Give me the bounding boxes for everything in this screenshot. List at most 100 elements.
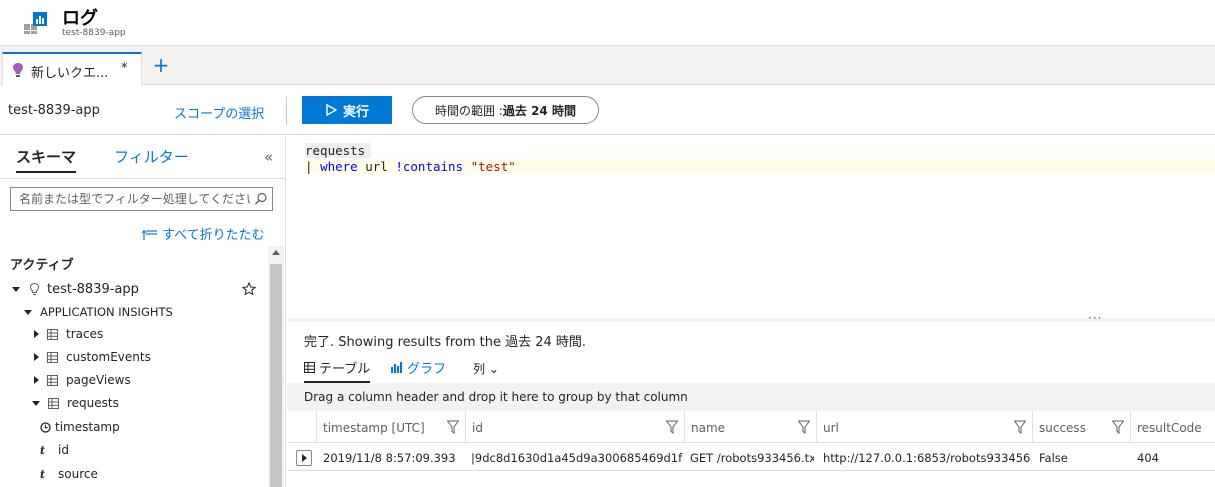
schema-scrollbar[interactable] xyxy=(268,246,284,487)
expand-row-button[interactable] xyxy=(296,450,312,466)
columns-dropdown[interactable]: 列 ⌄ xyxy=(473,360,499,377)
tree-resource[interactable]: test-8839-app xyxy=(12,278,139,300)
table-row[interactable]: 2019/11/8 8:57:09.393 |9dc8d1630d1a45d9a… xyxy=(287,443,1215,471)
results-status: 完了. Showing results from the 過去 24 時間. xyxy=(304,335,587,350)
tab-schema[interactable]: スキーマ xyxy=(16,146,77,173)
column-header-url[interactable]: url xyxy=(817,411,1033,443)
caret-right-icon[interactable] xyxy=(34,330,39,338)
query-tab-strip: 新しいクエ... * + xyxy=(0,45,1215,86)
expand-column-header xyxy=(287,411,317,443)
cell-timestamp: 2019/11/8 8:57:09.393 xyxy=(323,451,456,465)
group-name: APPLICATION INSIGHTS xyxy=(40,305,173,319)
caret-down-icon[interactable] xyxy=(12,286,20,292)
log-analytics-icon xyxy=(24,12,47,34)
tree-table-row[interactable]: pageViews xyxy=(34,369,131,391)
cell-name: GET /robots933456.txt xyxy=(690,451,814,465)
add-tab-button[interactable]: + xyxy=(150,55,172,77)
tree-field-row[interactable]: t id xyxy=(40,439,69,461)
time-range-value: 過去 24 時間 xyxy=(502,103,576,118)
collapse-pane-button[interactable]: « xyxy=(264,148,273,166)
cell-url: http://127.0.0.1:6853/robots933456.txt xyxy=(823,451,1031,465)
tree-table-row[interactable]: customEvents xyxy=(34,346,151,368)
tree-group[interactable]: APPLICATION INSIGHTS xyxy=(24,301,173,323)
column-header-label: timestamp [UTC] xyxy=(323,421,425,435)
tab-filter[interactable]: フィルター xyxy=(114,146,189,167)
schema-filter-input[interactable] xyxy=(10,187,273,211)
scroll-thumb[interactable] xyxy=(270,264,282,487)
resource-name: test-8839-app xyxy=(47,281,139,297)
run-button[interactable]: 実行 xyxy=(302,96,392,124)
editor-line[interactable]: | where url !contains "test" xyxy=(305,159,1215,174)
caret-down-icon[interactable] xyxy=(24,309,32,315)
play-icon xyxy=(326,104,337,116)
field-name: id xyxy=(58,443,69,457)
keyword-contains: !contains xyxy=(395,159,464,174)
tab-new-query[interactable]: 新しいクエ... * xyxy=(2,52,142,86)
tab-label: 新しいクエ... xyxy=(31,66,109,81)
table-name: pageViews xyxy=(66,373,131,387)
filter-icon[interactable] xyxy=(1112,420,1124,434)
string-type-icon: t xyxy=(40,467,46,481)
string-literal: "test" xyxy=(470,159,516,174)
search-icon xyxy=(255,192,267,205)
table-name: requests xyxy=(67,396,119,410)
schema-pane: スキーマ フィルター « すべて折りたたむ アクティブ test-8839-ap… xyxy=(0,136,286,487)
table-icon xyxy=(304,362,315,373)
string-type-icon: t xyxy=(40,443,46,457)
scope-name: test-8839-app xyxy=(8,103,100,118)
toolbar-divider xyxy=(286,97,287,125)
table-name: traces xyxy=(66,327,104,341)
cell-id: |9dc8d1630d1a45d9a300685469d1f212. xyxy=(471,451,683,465)
collapse-all-icon xyxy=(142,229,157,240)
caret-right-icon[interactable] xyxy=(34,376,39,384)
query-editor[interactable]: requests | where url !contains "test" xyxy=(287,136,1215,318)
filter-icon[interactable] xyxy=(666,420,678,434)
column-header-name[interactable]: name xyxy=(685,411,817,443)
column-header-label: id xyxy=(472,421,483,435)
pipe-operator: | xyxy=(305,159,321,174)
column-header-id[interactable]: id xyxy=(466,411,685,443)
column-header-label: success xyxy=(1039,421,1086,435)
table-icon xyxy=(48,397,59,409)
tab-chart[interactable]: グラフ xyxy=(391,358,446,377)
clock-icon xyxy=(40,421,51,433)
column-header-timestamp[interactable]: timestamp [UTC] xyxy=(317,411,466,443)
table-icon xyxy=(47,351,58,363)
column-ref: url xyxy=(357,159,396,174)
editor-line[interactable]: requests xyxy=(305,143,372,158)
pane-tabs-divider xyxy=(0,178,285,179)
run-button-label: 実行 xyxy=(342,103,369,119)
tree-table-row[interactable]: requests xyxy=(32,392,119,414)
select-scope-link[interactable]: スコープの選択 xyxy=(174,103,264,122)
caret-down-icon[interactable] xyxy=(32,400,40,406)
tab-table[interactable]: テーブル xyxy=(304,358,371,383)
filter-icon[interactable] xyxy=(1014,420,1026,434)
table-name: customEvents xyxy=(66,350,151,364)
caret-right-icon[interactable] xyxy=(34,353,39,361)
tree-field-row[interactable]: timestamp xyxy=(40,416,120,438)
column-header-resultcode[interactable]: resultCode xyxy=(1131,411,1215,443)
tree-table-row[interactable]: traces xyxy=(34,323,103,345)
lightbulb-icon xyxy=(13,63,23,77)
collapse-all-link[interactable]: すべて折りたたむ xyxy=(142,224,265,243)
results-pane: 完了. Showing results from the 過去 24 時間. テ… xyxy=(287,322,1215,487)
tree-field-row[interactable]: t source xyxy=(40,463,98,485)
star-icon[interactable] xyxy=(242,282,256,296)
cell-resultcode: 404 xyxy=(1137,451,1159,465)
bar-chart-icon xyxy=(391,362,402,373)
field-name: source xyxy=(58,467,98,481)
table-icon xyxy=(47,374,58,386)
keyword-where: where xyxy=(320,159,358,174)
column-header-label: resultCode xyxy=(1137,421,1202,435)
tab-unsaved-marker: * xyxy=(121,61,128,76)
table-icon xyxy=(47,328,58,340)
field-name: timestamp xyxy=(55,420,120,434)
column-header-success[interactable]: success xyxy=(1033,411,1131,443)
group-by-drop-zone[interactable]: Drag a column header and drop it here to… xyxy=(287,383,1215,411)
time-range-picker[interactable]: 時間の範囲 : 過去 24 時間 xyxy=(412,96,599,124)
scroll-up-icon[interactable] xyxy=(272,250,280,255)
filter-icon[interactable] xyxy=(798,420,810,434)
filter-icon[interactable] xyxy=(447,420,459,434)
app-insights-icon xyxy=(29,282,40,295)
